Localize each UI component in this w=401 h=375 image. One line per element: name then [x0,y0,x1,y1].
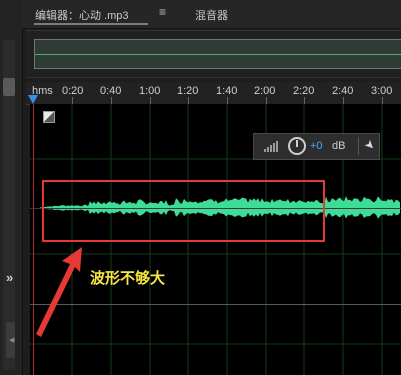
panel-tab-bar: 编辑器：心动 .mp3 ≡ 混音器 [22,0,401,29]
ruler-tick [382,97,383,104]
left-side-panel: » ◀ [0,0,23,375]
ruler-tick [72,97,73,104]
ruler-tick [227,97,228,104]
ruler-tick-label: 0:40 [100,85,122,97]
ruler-tick-label: 1:00 [139,85,161,97]
ruler-tick [304,97,305,104]
ruler-tick [343,97,344,104]
active-tab-underline [34,23,148,25]
ruler-unit-label: hms [32,85,53,97]
ruler-tick-label: 1:20 [177,85,199,97]
time-ruler[interactable]: hms 0:20 0:40 1:00 1:20 1:40 2:00 2:20 2… [26,82,401,105]
double-chevron-right-icon[interactable]: » [6,270,13,285]
overview-visible-range[interactable] [34,39,401,69]
scroll-left-arrow-icon[interactable]: ◀ [9,336,14,344]
hamburger-menu-icon[interactable]: ≡ [159,5,166,19]
ruler-tick [150,97,151,104]
overview-waveform-line [35,54,401,55]
ruler-tick-label: 2:20 [293,85,315,97]
ruler-tick-label: 2:40 [332,85,354,97]
ruler-tick-label: 2:00 [254,85,276,97]
ruler-tick-label: 0:20 [62,85,84,97]
ruler-tick [188,97,189,104]
annotation-text: 波形不够大 [90,270,166,287]
ruler-tick-label: 1:40 [216,85,238,97]
ruler-tick [266,97,267,104]
waveform-overview[interactable] [26,30,401,78]
tab-mixer[interactable]: 混音器 [195,7,228,23]
tab-editor[interactable]: 编辑器：心动 .mp3 [35,7,129,23]
ruler-tick-label: 3:00 [371,85,393,97]
ruler-tick [111,97,112,104]
left-scrollbar-thumb[interactable] [3,78,15,96]
waveform-editor[interactable]: +0 dB ➤ 波形不够大 [30,104,401,375]
annotation-arrow [36,247,82,337]
